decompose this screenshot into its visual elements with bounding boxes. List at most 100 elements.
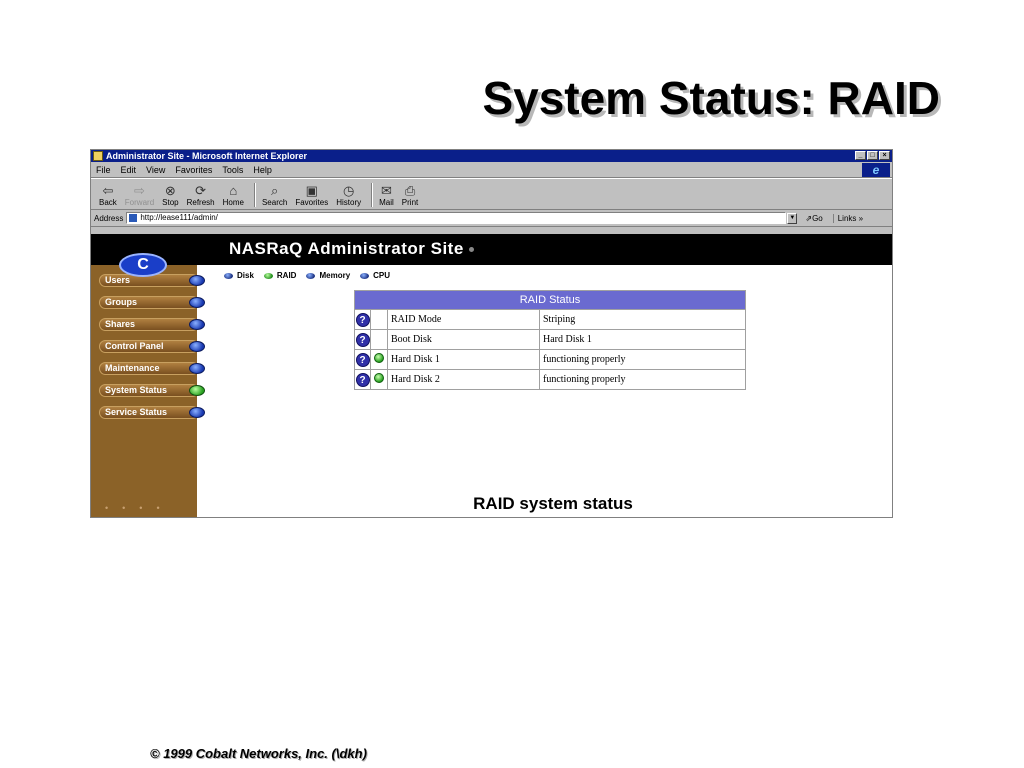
subnav-raid[interactable]: RAID bbox=[263, 271, 297, 280]
title-dot-icon bbox=[468, 247, 474, 253]
blue-led-icon bbox=[306, 272, 316, 279]
subnav-label: Memory bbox=[319, 271, 351, 280]
sidebar-item-system-status[interactable]: System Status bbox=[99, 384, 205, 397]
print-button[interactable]: ⎙ Print bbox=[402, 183, 418, 209]
forward-arrow-icon: ⇨ bbox=[134, 183, 145, 198]
history-icon: ◷ bbox=[343, 183, 355, 198]
back-label: Back bbox=[99, 198, 117, 207]
decorative-rivets: •••••••••••• bbox=[105, 503, 174, 513]
row-name: RAID Mode bbox=[387, 309, 540, 330]
search-button[interactable]: ⌕ Search bbox=[262, 183, 287, 209]
sidebar-item-service-status[interactable]: Service Status bbox=[99, 406, 205, 419]
forward-label: Forward bbox=[124, 198, 155, 207]
stop-icon: ⊗ bbox=[164, 183, 176, 198]
home-button[interactable]: ⌂ Home bbox=[223, 183, 244, 209]
favorites-label: Favorites bbox=[295, 198, 329, 207]
browser-window: Administrator Site - Microsoft Internet … bbox=[90, 149, 893, 518]
slide-caption: RAID system status bbox=[473, 494, 633, 513]
row-name: Hard Disk 2 bbox=[387, 369, 540, 390]
subnav-cpu[interactable]: CPU bbox=[360, 271, 390, 280]
status-cell bbox=[370, 329, 388, 350]
green-led-icon bbox=[374, 373, 384, 383]
mail-button[interactable]: ✉ Mail bbox=[379, 183, 394, 209]
blue-led-icon bbox=[189, 319, 205, 330]
help-cell[interactable]: ? bbox=[354, 369, 371, 390]
cobalt-logo[interactable]: C bbox=[119, 253, 167, 277]
back-arrow-icon: ⇦ bbox=[102, 183, 114, 198]
subnav-disk[interactable]: Disk bbox=[224, 271, 254, 280]
menu-view[interactable]: View bbox=[146, 165, 165, 175]
status-cell bbox=[370, 369, 388, 390]
window-title-bar: Administrator Site - Microsoft Internet … bbox=[91, 150, 892, 162]
blue-led-icon bbox=[189, 275, 205, 286]
table-row: ? Hard Disk 1 functioning properly bbox=[354, 349, 746, 370]
minimize-button[interactable]: _ bbox=[855, 151, 866, 160]
help-cell[interactable]: ? bbox=[354, 329, 371, 350]
home-label: Home bbox=[222, 198, 244, 207]
menu-tools[interactable]: Tools bbox=[222, 165, 243, 175]
subnav-memory[interactable]: Memory bbox=[306, 271, 350, 280]
address-dropdown-button[interactable]: ▼ bbox=[787, 212, 798, 224]
sidebar-item-label: Groups bbox=[99, 296, 199, 309]
close-button[interactable]: × bbox=[879, 151, 890, 160]
table-row: ? Boot Disk Hard Disk 1 bbox=[354, 329, 746, 350]
address-bar: Address http://lease111/admin/ ▼ ⇗Go Lin… bbox=[91, 210, 892, 227]
ie-app-icon bbox=[93, 151, 103, 161]
green-led-icon bbox=[263, 272, 273, 279]
help-icon[interactable]: ? bbox=[355, 332, 370, 347]
address-input[interactable]: http://lease111/admin/ bbox=[126, 212, 787, 224]
ie-logo-icon: e bbox=[862, 163, 890, 177]
help-cell[interactable]: ? bbox=[354, 349, 371, 370]
row-value: functioning properly bbox=[539, 349, 746, 370]
raid-status-table: RAID Status ? RAID Mode Striping ? Boot … bbox=[354, 290, 746, 390]
go-label: Go bbox=[812, 213, 823, 223]
menu-edit[interactable]: Edit bbox=[121, 165, 137, 175]
sidebar-item-maintenance[interactable]: Maintenance bbox=[99, 362, 205, 375]
help-icon[interactable]: ? bbox=[355, 312, 370, 327]
blue-led-icon bbox=[189, 297, 205, 308]
toolbar: ⇦ Back ⇨ Forward ⊗ Stop ⟳ Refresh ⌂ Home… bbox=[91, 178, 892, 210]
table-row: ? Hard Disk 2 functioning properly bbox=[354, 369, 746, 390]
site-header: NASRaQ Administrator Site bbox=[91, 234, 892, 265]
refresh-button[interactable]: ⟳ Refresh bbox=[187, 183, 215, 209]
help-icon[interactable]: ? bbox=[355, 372, 370, 387]
page-content: NASRaQ Administrator Site C Users Groups… bbox=[91, 234, 892, 517]
mail-icon: ✉ bbox=[381, 183, 392, 198]
back-button[interactable]: ⇦ Back bbox=[99, 183, 117, 209]
slide-title: System Status: RAID bbox=[482, 72, 940, 124]
help-icon[interactable]: ? bbox=[355, 352, 370, 367]
sidebar: Users Groups Shares Control Panel Mainte… bbox=[91, 265, 205, 517]
status-subnav: Disk RAID Memory CPU bbox=[224, 271, 400, 280]
history-button[interactable]: ◷ History bbox=[336, 183, 361, 209]
menu-file[interactable]: File bbox=[96, 165, 111, 175]
stop-button[interactable]: ⊗ Stop bbox=[162, 183, 178, 209]
subnav-label: RAID bbox=[276, 271, 297, 280]
stop-label: Stop bbox=[162, 198, 179, 207]
maximize-button[interactable]: □ bbox=[867, 151, 878, 160]
blue-led-icon bbox=[189, 407, 205, 418]
links-button[interactable]: Links » bbox=[832, 213, 863, 223]
sidebar-item-label: Service Status bbox=[99, 406, 199, 419]
search-label: Search bbox=[261, 198, 288, 207]
sidebar-item-groups[interactable]: Groups bbox=[99, 296, 205, 309]
green-led-icon bbox=[374, 353, 384, 363]
favorites-icon: ▣ bbox=[305, 183, 318, 198]
sidebar-item-control-panel[interactable]: Control Panel bbox=[99, 340, 205, 353]
table-row: ? RAID Mode Striping bbox=[354, 309, 746, 330]
go-button[interactable]: ⇗Go bbox=[805, 214, 822, 223]
forward-button[interactable]: ⇨ Forward bbox=[125, 183, 154, 209]
toolbar-separator bbox=[371, 183, 374, 207]
mail-label: Mail bbox=[379, 198, 394, 207]
menu-favorites[interactable]: Favorites bbox=[175, 165, 212, 175]
help-cell[interactable]: ? bbox=[354, 309, 371, 330]
refresh-label: Refresh bbox=[186, 198, 215, 207]
row-name: Boot Disk bbox=[387, 329, 540, 350]
row-value: Striping bbox=[539, 309, 746, 330]
sidebar-item-label: System Status bbox=[99, 384, 199, 397]
sidebar-item-label: Shares bbox=[99, 318, 199, 331]
window-title: Administrator Site - Microsoft Internet … bbox=[106, 151, 308, 161]
menu-help[interactable]: Help bbox=[253, 165, 272, 175]
favorites-button[interactable]: ▣ Favorites bbox=[295, 183, 328, 209]
address-label: Address bbox=[94, 213, 124, 223]
sidebar-item-shares[interactable]: Shares bbox=[99, 318, 205, 331]
